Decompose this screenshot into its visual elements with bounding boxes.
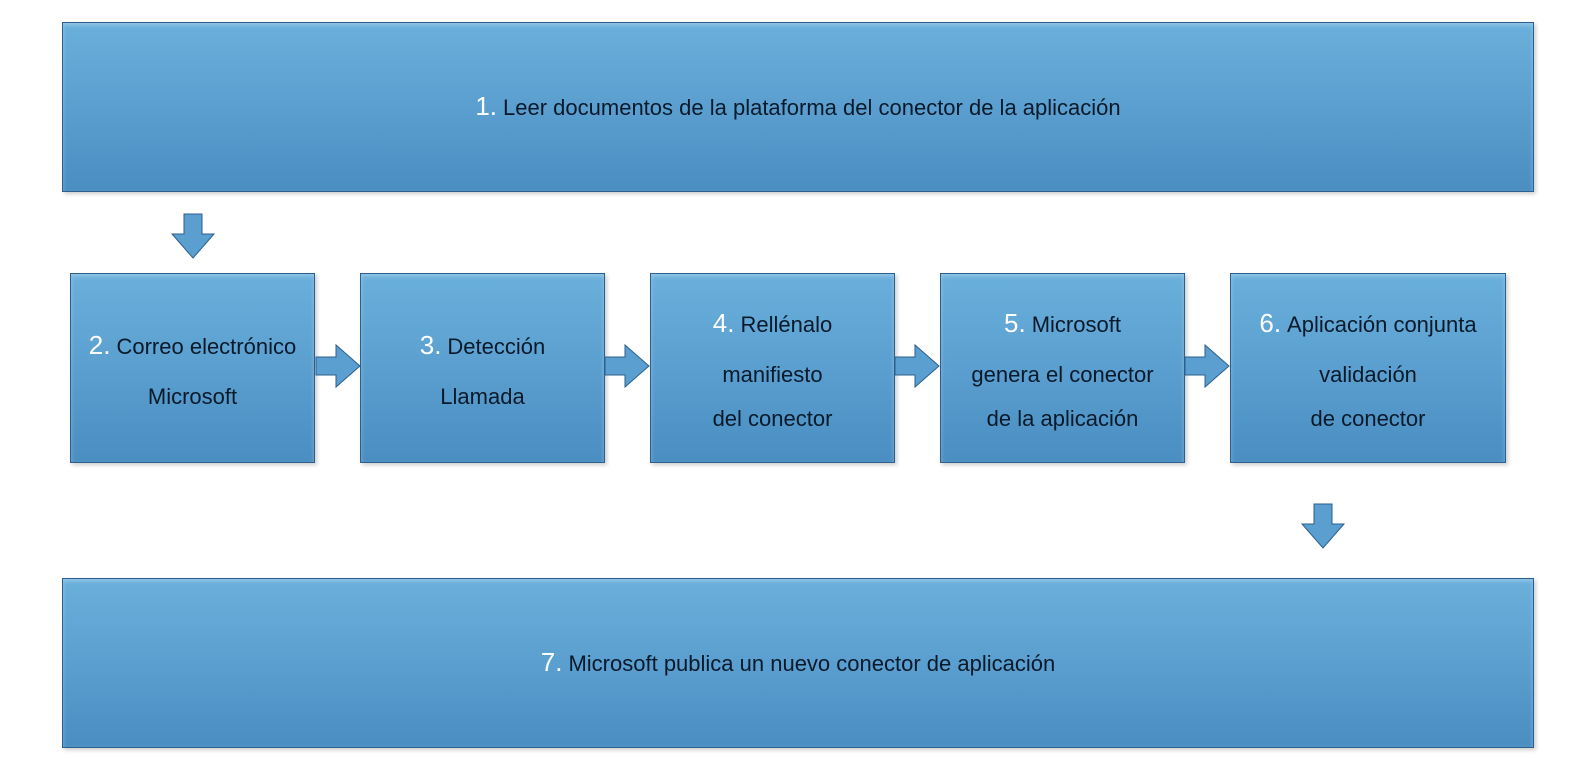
step-3-box: 3. Detección Llamada [360, 273, 605, 463]
step-5-box: 5. Microsoft genera el conector de la ap… [940, 273, 1185, 463]
step-5-number: 5. [1004, 295, 1026, 352]
arrow-down-icon [1300, 502, 1346, 550]
step-4-number: 4. [713, 295, 735, 352]
arrow-right-icon [314, 343, 362, 389]
step-4-row1: 4. Rellénalo [713, 295, 832, 352]
step-5-line1: Microsoft [1032, 301, 1121, 349]
arrow-right-icon [893, 343, 941, 389]
step-3-line2: Llamada [440, 375, 524, 419]
step-2-box: 2. Correo electrónico Microsoft [70, 273, 315, 463]
step-3-row1: 3. Detección [420, 317, 546, 374]
arrow-right-icon [603, 343, 651, 389]
step-7-text: Microsoft publica un nuevo conector de a… [568, 640, 1055, 688]
step-6-box: 6. Aplicación conjunta validación de con… [1230, 273, 1506, 463]
step-3-number: 3. [420, 317, 442, 374]
step-6-line3: de conector [1311, 397, 1426, 441]
step-1-label: 1. Leer documentos de la plataforma del … [475, 78, 1120, 135]
step-1-text: Leer documentos de la plataforma del con… [503, 84, 1121, 132]
step-1-box: 1. Leer documentos de la plataforma del … [62, 22, 1534, 192]
step-5-line2: genera el conector [971, 353, 1153, 397]
step-3-line1: Detección [447, 323, 545, 371]
step-4-line3: del conector [713, 397, 833, 441]
step-2-number: 2. [89, 317, 111, 374]
step-1-number: 1. [475, 78, 497, 135]
step-6-number: 6. [1259, 295, 1281, 352]
step-4-line1: Rellénalo [740, 301, 832, 349]
step-4-box: 4. Rellénalo manifiesto del conector [650, 273, 895, 463]
step-2-row1: 2. Correo electrónico [89, 317, 296, 374]
step-7-number: 7. [541, 634, 563, 691]
arrow-right-icon [1183, 343, 1231, 389]
step-2-line2: Microsoft [148, 375, 237, 419]
step-5-row1: 5. Microsoft [1004, 295, 1121, 352]
step-6-line1: Aplicación conjunta [1287, 301, 1477, 349]
step-7-box: 7. Microsoft publica un nuevo conector d… [62, 578, 1534, 748]
arrow-down-icon [170, 212, 216, 260]
step-6-row1: 6. Aplicación conjunta [1259, 295, 1476, 352]
step-2-line1: Correo electrónico [116, 323, 296, 371]
step-6-line2: validación [1319, 353, 1417, 397]
step-5-line3: de la aplicación [987, 397, 1139, 441]
step-4-line2: manifiesto [722, 353, 822, 397]
step-7-label: 7. Microsoft publica un nuevo conector d… [541, 634, 1055, 691]
